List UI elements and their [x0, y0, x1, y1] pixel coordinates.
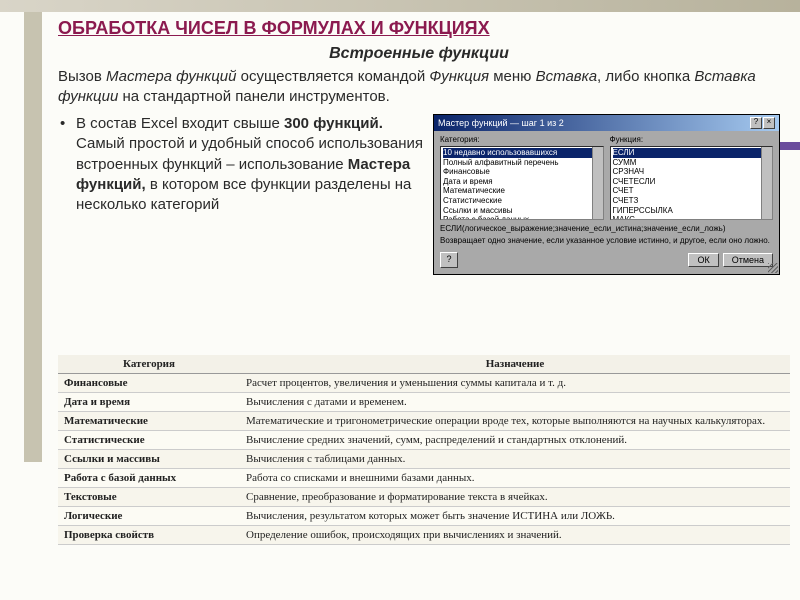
- function-wizard-dialog: Мастер функций — шаг 1 из 2 ? × Категори…: [433, 114, 780, 275]
- table-row: ТекстовыеСравнение, преобразование и фор…: [58, 488, 790, 507]
- decoration-left-stripe: [24, 12, 42, 462]
- list-item[interactable]: СРЗНАЧ: [613, 167, 771, 177]
- function-label: Функция:: [610, 135, 774, 144]
- category-label: Категория:: [440, 135, 604, 144]
- context-help-button[interactable]: ?: [440, 252, 458, 268]
- function-description: Возвращает одно значение, если указанное…: [440, 236, 773, 246]
- category-cell: Работа с базой данных: [58, 469, 240, 488]
- intro-emph: Вставка: [536, 68, 597, 85]
- intro-text: меню: [489, 68, 536, 85]
- category-cell: Логические: [58, 507, 240, 526]
- intro-emph: Функция: [429, 68, 489, 85]
- function-listbox[interactable]: ЕСЛИСУММСРЗНАЧСЧЕТЕСЛИСЧЕТСЧЕТЗГИПЕРССЫЛ…: [610, 146, 774, 220]
- dialog-titlebar[interactable]: Мастер функций — шаг 1 из 2 ? ×: [434, 115, 779, 131]
- list-item[interactable]: Дата и время: [443, 177, 601, 187]
- purpose-cell: Вычисления с датами и временем.: [240, 393, 790, 412]
- table-row: ЛогическиеВычисления, результатом которы…: [58, 507, 790, 526]
- list-item[interactable]: ГИПЕРССЫЛКА: [613, 206, 771, 216]
- list-item[interactable]: Полный алфавитный перечень: [443, 158, 601, 168]
- close-icon[interactable]: ×: [763, 117, 775, 129]
- table-row: ФинансовыеРасчет процентов, увеличения и…: [58, 374, 790, 393]
- category-cell: Финансовые: [58, 374, 240, 393]
- purpose-cell: Вычисления, результатом которых может бы…: [240, 507, 790, 526]
- list-item[interactable]: ЕСЛИ: [613, 148, 771, 158]
- table-row: МатематическиеМатематические и тригономе…: [58, 412, 790, 431]
- list-item[interactable]: Финансовые: [443, 167, 601, 177]
- list-item[interactable]: Работа с базой данных: [443, 215, 601, 220]
- decoration-top-stripe: [0, 0, 800, 12]
- category-listbox[interactable]: 10 недавно использовавшихсяПолный алфави…: [440, 146, 604, 220]
- help-icon[interactable]: ?: [750, 117, 762, 129]
- purpose-cell: Работа со списками и внешними базами дан…: [240, 469, 790, 488]
- intro-emph: Мастера функций: [106, 68, 237, 85]
- table-row: Проверка свойствОпределение ошибок, прои…: [58, 526, 790, 545]
- list-item[interactable]: 10 недавно использовавшихся: [443, 148, 601, 158]
- bullet-bold: 300 функций.: [284, 115, 383, 132]
- scrollbar[interactable]: [592, 147, 603, 219]
- table-row: СтатистическиеВычисление средних значени…: [58, 431, 790, 450]
- list-item[interactable]: Математические: [443, 186, 601, 196]
- purpose-cell: Математические и тригонометрические опер…: [240, 412, 790, 431]
- list-item[interactable]: Статистические: [443, 196, 601, 206]
- table-row: Работа с базой данныхРабота со списками …: [58, 469, 790, 488]
- scrollbar[interactable]: [761, 147, 772, 219]
- list-item[interactable]: СЧЕТЕСЛИ: [613, 177, 771, 187]
- intro-text: Вызов: [58, 68, 106, 85]
- page-title: ОБРАБОТКА ЧИСЕЛ В ФОРМУЛАХ И ФУНКЦИЯХ: [58, 18, 780, 39]
- list-item[interactable]: МАКС: [613, 215, 771, 220]
- intro-text: , либо кнопка: [597, 68, 694, 85]
- purpose-cell: Вычисления с таблицами данных.: [240, 450, 790, 469]
- resize-grip-icon[interactable]: [768, 263, 778, 273]
- list-item[interactable]: СЧЕТ: [613, 186, 771, 196]
- purpose-cell: Определение ошибок, происходящих при выч…: [240, 526, 790, 545]
- category-cell: Проверка свойств: [58, 526, 240, 545]
- intro-text: на стандартной панели инструментов.: [118, 88, 390, 105]
- table-row: Ссылки и массивыВычисления с таблицами д…: [58, 450, 790, 469]
- ok-button[interactable]: ОК: [688, 253, 718, 267]
- category-cell: Текстовые: [58, 488, 240, 507]
- purpose-cell: Вычисление средних значений, сумм, распр…: [240, 431, 790, 450]
- dialog-title-text: Мастер функций — шаг 1 из 2: [438, 118, 564, 128]
- purpose-cell: Расчет процентов, увеличения и уменьшени…: [240, 374, 790, 393]
- table-row: Дата и времяВычисления с датами и времен…: [58, 393, 790, 412]
- category-cell: Дата и время: [58, 393, 240, 412]
- category-cell: Математические: [58, 412, 240, 431]
- category-cell: Ссылки и массивы: [58, 450, 240, 469]
- table-header-purpose: Назначение: [240, 355, 790, 374]
- list-item[interactable]: Ссылки и массивы: [443, 206, 601, 216]
- bullet-text: В состав Excel входит свыше 300 функций.…: [58, 114, 425, 275]
- cancel-button[interactable]: Отмена: [723, 253, 773, 267]
- categories-table: Категория Назначение ФинансовыеРасчет пр…: [58, 355, 790, 545]
- subtitle: Встроенные функции: [58, 45, 780, 63]
- intro-text: осуществляется командой: [236, 68, 429, 85]
- intro-paragraph: Вызов Мастера функций осуществляется ком…: [58, 67, 780, 106]
- list-item[interactable]: СУММ: [613, 158, 771, 168]
- list-item[interactable]: СЧЕТЗ: [613, 196, 771, 206]
- bullet-part: В состав Excel входит свыше: [76, 115, 284, 132]
- table-header-category: Категория: [58, 355, 240, 374]
- category-cell: Статистические: [58, 431, 240, 450]
- formula-preview: ЕСЛИ(логическое_выражение;значение_если_…: [440, 224, 773, 233]
- purpose-cell: Сравнение, преобразование и форматирован…: [240, 488, 790, 507]
